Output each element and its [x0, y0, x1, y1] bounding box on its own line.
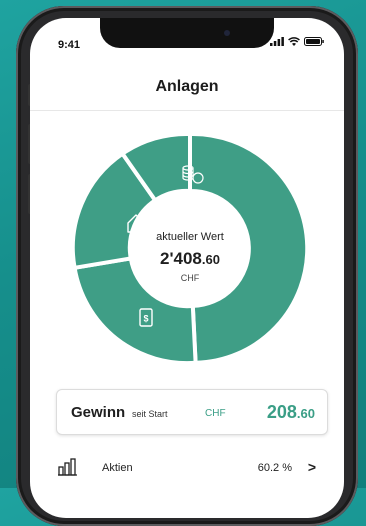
- segment-aktien[interactable]: [188, 131, 310, 365]
- battery-icon: [304, 37, 324, 46]
- header-divider: [30, 110, 344, 111]
- status-time: 9:41: [58, 39, 81, 51]
- wifi-icon: [288, 37, 300, 46]
- app-screen: 9:41 Anlagen $ aktueller Wert 2'408.60 C…: [30, 18, 344, 518]
- chart-bars-icon: [58, 458, 77, 476]
- donut-value-main: 2'408: [160, 249, 202, 268]
- gain-label: Gewinn: [71, 404, 126, 421]
- signal-icon: [270, 37, 284, 46]
- segment-cash[interactable]: [72, 256, 198, 366]
- gain-value-cents: .60: [296, 406, 315, 421]
- donut-center-label: aktueller Wert: [156, 231, 224, 243]
- gain-sublabel: seit Start: [132, 409, 168, 419]
- gain-value: 208.60: [267, 402, 315, 423]
- list-item-label: Aktien: [102, 462, 133, 474]
- donut-center-value: 2'408.60: [160, 249, 220, 268]
- donut-value-cents: .60: [202, 252, 220, 267]
- notch: [100, 18, 274, 48]
- page-title: Anlagen: [155, 78, 219, 95]
- gain-card[interactable]: Gewinn seit Start CHF 208.60: [56, 389, 328, 435]
- donut-center-currency: CHF: [181, 273, 200, 283]
- chevron-right-icon: >: [307, 459, 316, 475]
- gain-value-main: 208: [266, 402, 297, 422]
- allocation-donut: $ aktueller Wert 2'408.60 CHF: [70, 131, 313, 366]
- status-icons: [270, 37, 324, 46]
- gain-currency: CHF: [205, 408, 226, 419]
- list-item-aktien[interactable]: Aktien 60.2 % >: [56, 454, 326, 482]
- list-item-percent: 60.2 %: [257, 462, 292, 474]
- svg-text:$: $: [143, 314, 148, 324]
- camera-icon: [224, 30, 230, 36]
